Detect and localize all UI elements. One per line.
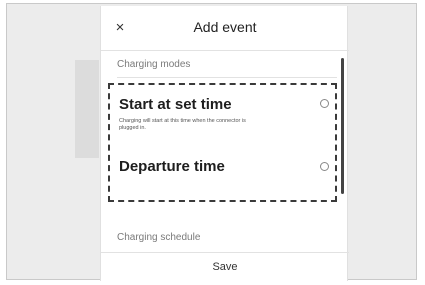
- option-description: Charging will start at this time when th…: [119, 118, 246, 131]
- radio-icon[interactable]: [320, 99, 329, 108]
- background-panel: [75, 60, 99, 158]
- option-start-at-set-time[interactable]: Start at set time Charging will start at…: [119, 96, 341, 150]
- charging-schedule-label: Charging schedule: [117, 232, 201, 243]
- save-button[interactable]: Save: [101, 261, 349, 273]
- page-title: Add event: [193, 19, 257, 35]
- option-title: Start at set time: [119, 96, 232, 113]
- add-event-dialog: × Add event Charging modes Start at set …: [100, 6, 349, 282]
- option-title: Departure time: [119, 158, 225, 175]
- radio-icon[interactable]: [320, 162, 329, 171]
- dialog-header: × Add event: [101, 6, 349, 51]
- footer-bar: Save: [101, 252, 349, 282]
- charging-modes-label: Charging modes: [117, 59, 191, 70]
- option-departure-time[interactable]: Departure time: [119, 154, 341, 194]
- scrollbar[interactable]: [341, 58, 344, 194]
- section-divider: [117, 77, 337, 78]
